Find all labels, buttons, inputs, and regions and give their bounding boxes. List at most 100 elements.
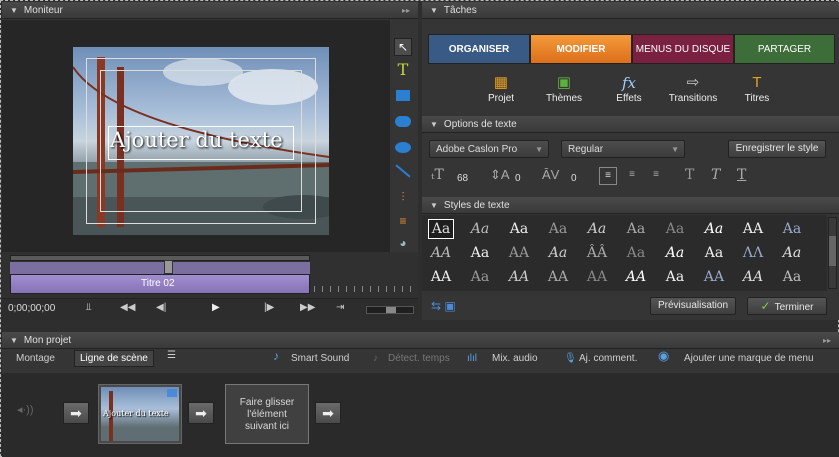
transition-slot-3[interactable]: ➡ xyxy=(315,402,341,424)
text-style-swatch[interactable]: Aa xyxy=(467,267,493,287)
text-style-swatch[interactable]: Aa xyxy=(623,219,649,239)
shuttle-slider[interactable] xyxy=(366,306,414,314)
text-style-swatch[interactable]: ÂÂ xyxy=(584,243,610,263)
text-style-swatch[interactable]: AA xyxy=(740,219,766,239)
align-tool-icon[interactable]: ⫶ xyxy=(394,188,412,206)
tool-themes-label: Thèmes xyxy=(545,93,583,104)
text-style-swatch[interactable]: AA xyxy=(428,267,454,287)
collapse-icon[interactable]: ▼ xyxy=(10,2,18,19)
collapse-icon[interactable]: ▼ xyxy=(10,332,18,349)
text-style-swatch[interactable]: Aa xyxy=(506,219,532,239)
text-style-swatch[interactable]: Aa xyxy=(584,219,610,239)
text-style-swatch[interactable]: Aa xyxy=(623,243,649,263)
tool-themes[interactable]: ▣ Thèmes xyxy=(534,73,594,104)
playhead-marker[interactable] xyxy=(164,260,173,274)
collapse-icon[interactable]: ▼ xyxy=(430,116,438,133)
tool-projet[interactable]: ▦ Projet xyxy=(471,73,531,104)
styles-scrollbar[interactable] xyxy=(828,217,837,289)
tool-titres[interactable]: T Titres xyxy=(727,73,787,104)
underline-icon[interactable]: T xyxy=(737,167,746,183)
tab-organiser[interactable]: ORGANISER xyxy=(428,34,530,64)
panel-menu-icon[interactable]: ▸▸ xyxy=(402,2,410,19)
preview-button[interactable]: Prévisualisation xyxy=(650,297,736,315)
font-style-select[interactable]: Regular ▼ xyxy=(561,140,685,158)
text-style-swatch[interactable]: Aa xyxy=(467,243,493,263)
add-menu-marker-button[interactable]: Ajouter une marque de menu xyxy=(684,353,814,364)
panel-menu-icon[interactable]: ▸▸ xyxy=(823,332,831,349)
italic-icon[interactable]: T xyxy=(711,167,720,183)
text-style-swatch[interactable]: Aa xyxy=(779,267,805,287)
text-style-swatch[interactable]: AA xyxy=(428,243,454,263)
text-style-swatch[interactable]: Aa xyxy=(545,243,571,263)
tool-transitions[interactable]: ⇨ Transitions xyxy=(663,73,723,104)
text-style-swatch[interactable]: AA xyxy=(584,267,610,287)
play-button[interactable]: ▶ xyxy=(212,302,220,313)
list-view-icon[interactable]: ☰ xyxy=(167,350,176,361)
bold-icon[interactable]: T xyxy=(685,167,694,183)
text-style-swatch[interactable]: Aa xyxy=(428,219,454,239)
text-style-swatch[interactable]: AA xyxy=(506,267,532,287)
mode-montage[interactable]: Montage xyxy=(16,353,55,364)
collapse-icon[interactable]: ▼ xyxy=(430,197,438,214)
line-tool-icon[interactable] xyxy=(394,162,412,180)
done-button[interactable]: ✓ Terminer xyxy=(747,297,827,315)
smart-sound-icon[interactable]: ♪ xyxy=(273,349,279,363)
audio-mix-button[interactable]: Mix. audio xyxy=(492,353,538,364)
text-style-swatch[interactable]: Aa xyxy=(779,219,805,239)
arrange-tool-icon[interactable]: ≡ xyxy=(394,212,412,230)
kerning-value[interactable]: 0 xyxy=(571,173,577,184)
text-style-swatch[interactable]: AA xyxy=(506,243,532,263)
goto-end-icon[interactable]: ⇥ xyxy=(336,302,344,313)
mode-ligne-de-scene[interactable]: Ligne de scène xyxy=(74,350,154,367)
split-clip-icon[interactable]: ⫫ xyxy=(86,302,92,313)
transition-slot-2[interactable]: ➡ xyxy=(188,402,214,424)
text-style-swatch[interactable]: AA xyxy=(545,267,571,287)
mini-timeline-video-track[interactable] xyxy=(10,262,310,274)
tool-effets[interactable]: fx Effets xyxy=(599,73,659,104)
text-style-swatch[interactable]: Aa xyxy=(662,267,688,287)
font-family-select[interactable]: Adobe Caslon Pro ▼ xyxy=(429,140,549,158)
ellipse-tool-icon[interactable] xyxy=(394,138,412,156)
title-clip-label: Titre 02 xyxy=(141,278,175,289)
text-style-swatch[interactable]: ΛΛ xyxy=(740,243,766,263)
leading-value[interactable]: 0 xyxy=(515,173,521,184)
drop-target[interactable]: Faire glisser l'élément suivant ici xyxy=(225,384,309,444)
align-right-icon[interactable]: ≡ xyxy=(647,167,665,185)
text-tool-icon[interactable]: T xyxy=(394,60,412,79)
text-style-swatch[interactable]: Aa xyxy=(545,219,571,239)
collapse-icon[interactable]: ▼ xyxy=(430,2,438,19)
text-style-swatch[interactable]: Aa xyxy=(779,243,805,263)
align-center-icon[interactable]: ≡ xyxy=(623,167,641,185)
text-style-swatch[interactable]: AA xyxy=(701,267,727,287)
save-style-button[interactable]: Enregistrer le style xyxy=(728,140,826,158)
rectangle-tool-icon[interactable] xyxy=(394,86,412,104)
align-left-icon[interactable]: ≡ xyxy=(599,167,617,185)
tab-modifier[interactable]: MODIFIER xyxy=(530,34,632,64)
timecode-display[interactable]: 0;00;00;00 xyxy=(8,303,55,314)
text-style-swatch[interactable]: Aa xyxy=(662,243,688,263)
add-comment-button[interactable]: Aj. comment. xyxy=(579,353,637,364)
tab-menus-du-disque[interactable]: MENUS DU DISQUE xyxy=(632,34,734,64)
step-back-button[interactable]: ◀| xyxy=(156,302,166,313)
text-style-swatch[interactable]: AA xyxy=(740,267,766,287)
text-style-swatch[interactable]: Aa xyxy=(662,219,688,239)
text-style-swatch[interactable]: Aa xyxy=(467,219,493,239)
rewind-button[interactable]: ◀◀ xyxy=(120,302,135,313)
title-overlay-text[interactable]: Ajouter du texte xyxy=(110,128,294,152)
text-style-swatch[interactable]: Aa xyxy=(701,243,727,263)
font-size-value[interactable]: 68 xyxy=(457,173,468,184)
fast-forward-button[interactable]: ▶▶ xyxy=(300,302,315,313)
tab-partager[interactable]: PARTAGER xyxy=(734,34,835,64)
selection-tool-icon[interactable]: ↖ xyxy=(394,38,412,56)
transition-slot-1[interactable]: ➡ xyxy=(63,402,89,424)
beat-detect-button[interactable]: Détect. temps xyxy=(388,353,450,364)
rounded-rect-tool-icon[interactable] xyxy=(394,112,412,130)
style-tools-icon[interactable]: ⇆ ▣ xyxy=(431,299,456,313)
title-clip[interactable]: Titre 02 xyxy=(10,274,310,294)
scene-clip-1[interactable]: Ajouter du texte xyxy=(98,384,182,444)
palette-tool-icon[interactable]: ◕ xyxy=(394,234,412,252)
text-style-swatch[interactable]: Aa xyxy=(701,219,727,239)
step-forward-button[interactable]: |▶ xyxy=(264,302,274,313)
smart-sound-button[interactable]: Smart Sound xyxy=(291,353,349,364)
text-style-swatch[interactable]: AA xyxy=(623,267,649,287)
